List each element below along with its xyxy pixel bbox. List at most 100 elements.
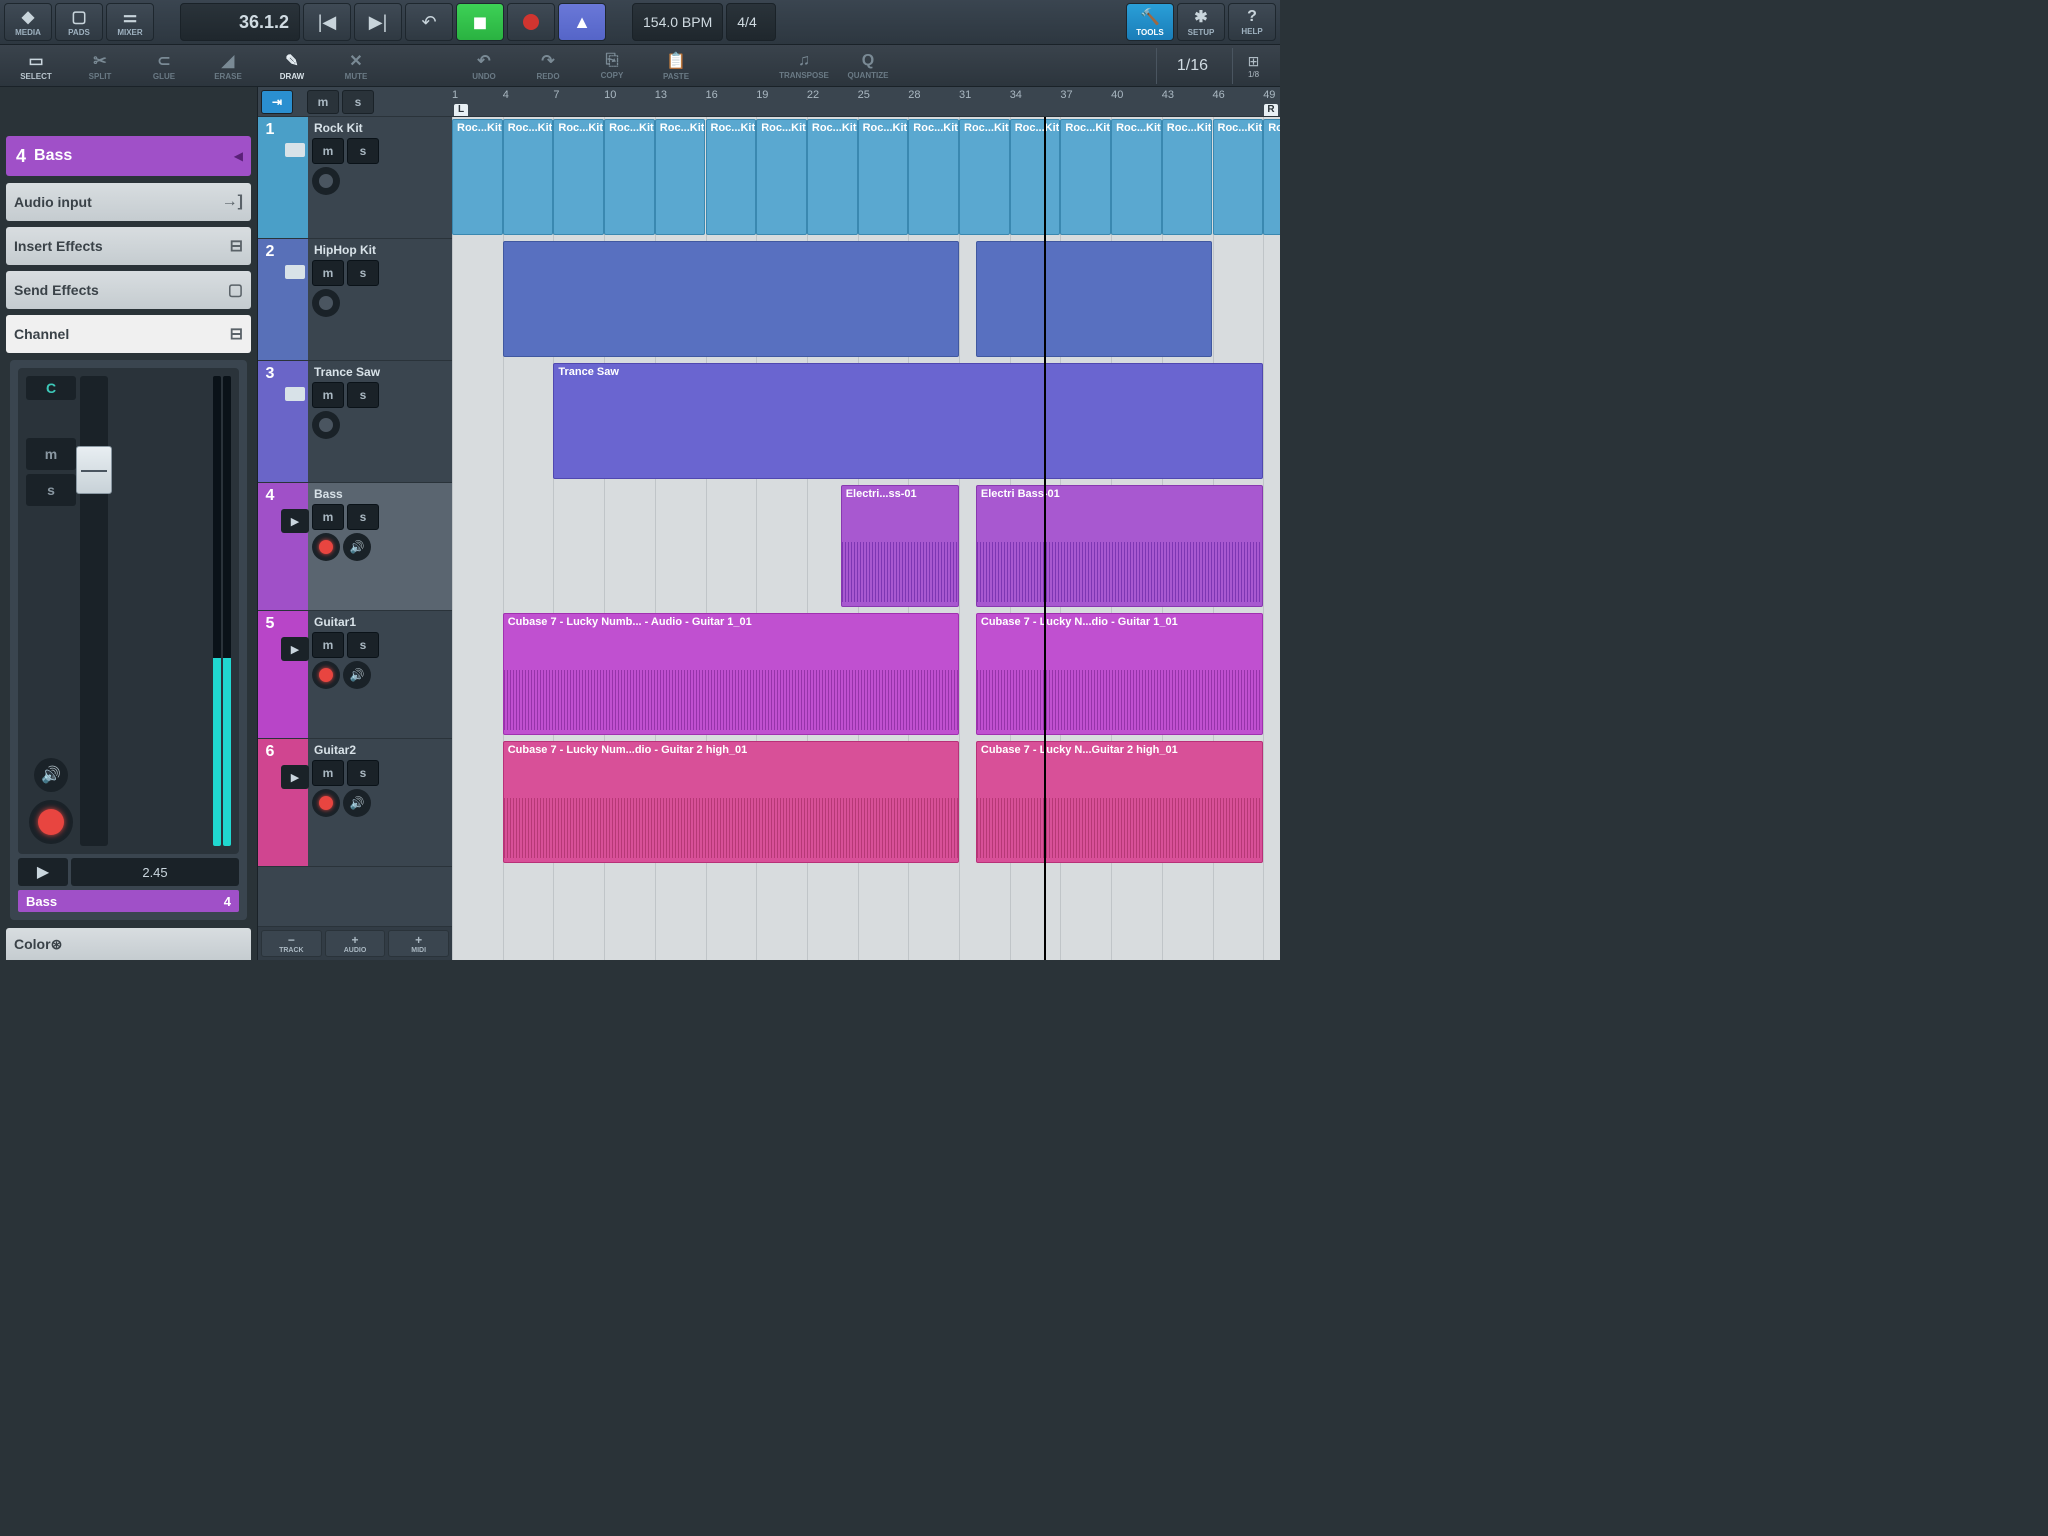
clip[interactable]: Roc...Kit	[655, 119, 706, 235]
track-mute[interactable]: m	[312, 382, 344, 408]
left-locator[interactable]: L	[454, 104, 468, 116]
undo-button[interactable]: ↶UNDO	[454, 48, 514, 84]
track-row[interactable]: 4 ▶ Bass m s 🔊	[258, 483, 452, 611]
locate-button[interactable]: ⇥	[261, 90, 293, 114]
track-monitor[interactable]: 🔊	[343, 789, 371, 817]
color-row[interactable]: Color⊛	[6, 928, 251, 960]
right-locator[interactable]: R	[1264, 104, 1278, 116]
track-solo[interactable]: s	[347, 260, 379, 286]
track-row[interactable]: 2 HipHop Kit m s	[258, 239, 452, 361]
stop-button[interactable]: ◼	[456, 3, 504, 41]
transpose-button[interactable]: ♫TRANSPOSE	[774, 48, 834, 84]
arrangement-area[interactable]: L R 1471013161922252831343740434649 Roc.…	[452, 87, 1280, 960]
setup-button[interactable]: ✱SETUP	[1177, 3, 1225, 41]
clip[interactable]: Roc...Kit	[807, 119, 858, 235]
paste-button[interactable]: 📋PASTE	[646, 48, 706, 84]
track-mute[interactable]: m	[312, 260, 344, 286]
glue-tool[interactable]: ⊂GLUE	[134, 48, 194, 84]
channel-record-arm[interactable]	[29, 800, 73, 844]
clip[interactable]: Roc...Kit	[452, 119, 503, 235]
track-record-arm[interactable]	[312, 167, 340, 195]
track-mute[interactable]: m	[312, 632, 344, 658]
grid-button[interactable]: ⊞1/8	[1232, 48, 1274, 84]
record-button[interactable]	[507, 3, 555, 41]
clip[interactable]: Roc...Kit	[503, 119, 554, 235]
track-solo[interactable]: s	[347, 504, 379, 530]
clip[interactable]: Roc...Kit	[1010, 119, 1061, 235]
clip[interactable]: Roc...Kit	[756, 119, 807, 235]
timeline-ruler[interactable]: L R 1471013161922252831343740434649	[452, 87, 1280, 117]
track-solo[interactable]: s	[347, 382, 379, 408]
track-row[interactable]: 6 ▶ Guitar2 m s 🔊	[258, 739, 452, 867]
channel-fader-value[interactable]: 2.45	[71, 858, 239, 886]
clip[interactable]: Roc...Kit	[604, 119, 655, 235]
pads-button[interactable]: ▢PADS	[55, 3, 103, 41]
track-row[interactable]: 1 Rock Kit m s	[258, 117, 452, 239]
send-effects-row[interactable]: Send Effects▢	[6, 271, 251, 309]
track-play-icon[interactable]: ▶	[281, 765, 309, 789]
track-record-arm[interactable]	[312, 289, 340, 317]
track-monitor[interactable]: 🔊	[343, 533, 371, 561]
selected-track-header[interactable]: 4 Bass ◀	[6, 136, 251, 176]
global-mute[interactable]: m	[307, 90, 339, 114]
clip[interactable]: Roc...Kit	[706, 119, 757, 235]
playhead[interactable]	[1044, 117, 1046, 960]
mute-tool[interactable]: ✕MUTE	[326, 48, 386, 84]
tempo-display[interactable]: 154.0 BPM	[632, 3, 723, 41]
channel-mute[interactable]: m	[26, 438, 76, 470]
copy-button[interactable]: ⎘COPY	[582, 48, 642, 84]
track-record-arm[interactable]	[312, 533, 340, 561]
clip[interactable]: Roc...Kit	[1263, 119, 1280, 235]
track-monitor[interactable]: 🔊	[343, 661, 371, 689]
draw-tool[interactable]: ✎DRAW	[262, 48, 322, 84]
clip[interactable]	[503, 241, 959, 357]
erase-tool[interactable]: ◢ERASE	[198, 48, 258, 84]
clip[interactable]: Roc...Kit	[1111, 119, 1162, 235]
media-button[interactable]: ◆MEDIA	[4, 3, 52, 41]
track-row[interactable]: 5 ▶ Guitar1 m s 🔊	[258, 611, 452, 739]
clip[interactable]: Cubase 7 - Lucky Num...dio - Guitar 2 hi…	[503, 741, 959, 863]
clip[interactable]: Trance Saw	[553, 363, 1263, 479]
add-audio-button[interactable]: +AUDIO	[325, 930, 386, 957]
clip[interactable]: Cubase 7 - Lucky N...dio - Guitar 1_01	[976, 613, 1263, 735]
cycle-button[interactable]: ↶	[405, 3, 453, 41]
metronome-button[interactable]: ▲	[558, 3, 606, 41]
clip[interactable]	[976, 241, 1213, 357]
insert-effects-row[interactable]: Insert Effects⊟	[6, 227, 251, 265]
position-counter[interactable]: 36.1.2	[180, 3, 300, 41]
global-solo[interactable]: s	[342, 90, 374, 114]
forward-button[interactable]: ▶|	[354, 3, 402, 41]
clip[interactable]: Roc...Kit	[959, 119, 1010, 235]
track-record-arm[interactable]	[312, 411, 340, 439]
clip[interactable]: Roc...Kit	[553, 119, 604, 235]
mixer-button[interactable]: ⚌MIXER	[106, 3, 154, 41]
clip[interactable]: Roc...Kit	[1162, 119, 1213, 235]
clip[interactable]: Electri...ss-01	[841, 485, 959, 607]
clip[interactable]: Electri Bass-01	[976, 485, 1263, 607]
clip[interactable]: Roc...Kit	[1060, 119, 1111, 235]
channel-row[interactable]: Channel⊟	[6, 315, 251, 353]
clip[interactable]: Roc...Kit	[908, 119, 959, 235]
track-row[interactable]: 3 Trance Saw m s	[258, 361, 452, 483]
clip[interactable]: Cubase 7 - Lucky Numb... - Audio - Guita…	[503, 613, 959, 735]
track-mute[interactable]: m	[312, 138, 344, 164]
tools-button[interactable]: 🔨TOOLS	[1126, 3, 1174, 41]
audio-input-row[interactable]: Audio input→]	[6, 183, 251, 221]
track-solo[interactable]: s	[347, 138, 379, 164]
remove-track-button[interactable]: −TRACK	[261, 930, 322, 957]
channel-play[interactable]: ▶	[18, 858, 68, 886]
clip[interactable]: Roc...Kit	[858, 119, 909, 235]
track-record-arm[interactable]	[312, 661, 340, 689]
add-midi-button[interactable]: +MIDI	[388, 930, 449, 957]
redo-button[interactable]: ↷REDO	[518, 48, 578, 84]
track-play-icon[interactable]: ▶	[281, 637, 309, 661]
clip[interactable]: Cubase 7 - Lucky N...Guitar 2 high_01	[976, 741, 1263, 863]
track-solo[interactable]: s	[347, 632, 379, 658]
channel-monitor[interactable]: 🔊	[34, 758, 68, 792]
split-tool[interactable]: ✂SPLIT	[70, 48, 130, 84]
select-tool[interactable]: ▭SELECT	[6, 48, 66, 84]
track-record-arm[interactable]	[312, 789, 340, 817]
quantize-value[interactable]: 1/16	[1156, 48, 1228, 84]
track-solo[interactable]: s	[347, 760, 379, 786]
channel-solo[interactable]: s	[26, 474, 76, 506]
